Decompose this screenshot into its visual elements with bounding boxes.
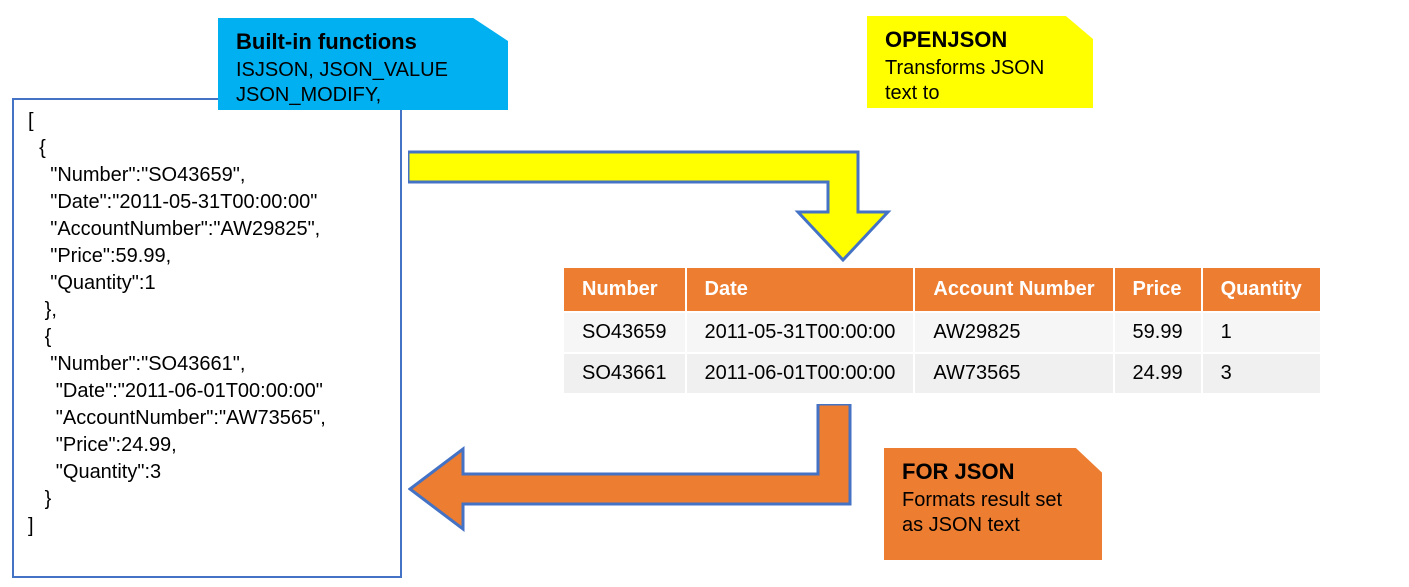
table-row: SO43661 2011-06-01T00:00:00 AW73565 24.9… — [563, 353, 1321, 394]
json-source-box: [ { "Number":"SO43659", "Date":"2011-05-… — [12, 98, 402, 578]
col-price: Price — [1114, 267, 1202, 312]
callout-openjson: OPENJSON Transforms JSON text to table — [867, 16, 1093, 108]
cell: AW29825 — [914, 312, 1113, 353]
cell: AW73565 — [914, 353, 1113, 394]
col-date: Date — [686, 267, 915, 312]
callout-title: Built-in functions — [236, 28, 490, 56]
col-quantity: Quantity — [1202, 267, 1321, 312]
arrow-forjson-icon — [408, 404, 878, 534]
cell: 3 — [1202, 353, 1321, 394]
cell: SO43661 — [563, 353, 686, 394]
cell: 24.99 — [1114, 353, 1202, 394]
cell: 2011-05-31T00:00:00 — [686, 312, 915, 353]
cell: SO43659 — [563, 312, 686, 353]
callout-line: ISJSON, JSON_VALUE — [236, 58, 490, 83]
callout-title: OPENJSON — [885, 26, 1075, 54]
result-table: Number Date Account Number Price Quantit… — [562, 266, 1322, 395]
cell: 1 — [1202, 312, 1321, 353]
cell: 59.99 — [1114, 312, 1202, 353]
callout-line: as JSON text — [902, 513, 1084, 538]
table-row: SO43659 2011-05-31T00:00:00 AW29825 59.9… — [563, 312, 1321, 353]
callout-line: table — [885, 106, 1075, 131]
table-header-row: Number Date Account Number Price Quantit… — [563, 267, 1321, 312]
col-number: Number — [563, 267, 686, 312]
callout-line: Transforms JSON text to — [885, 56, 1075, 106]
callout-builtin-functions: Built-in functions ISJSON, JSON_VALUE JS… — [218, 18, 508, 110]
arrow-openjson-icon — [408, 142, 958, 262]
cell: 2011-06-01T00:00:00 — [686, 353, 915, 394]
callout-line: Formats result set — [902, 488, 1084, 513]
callout-title: FOR JSON — [902, 458, 1084, 486]
callout-forjson: FOR JSON Formats result set as JSON text — [884, 448, 1102, 560]
col-account: Account Number — [914, 267, 1113, 312]
